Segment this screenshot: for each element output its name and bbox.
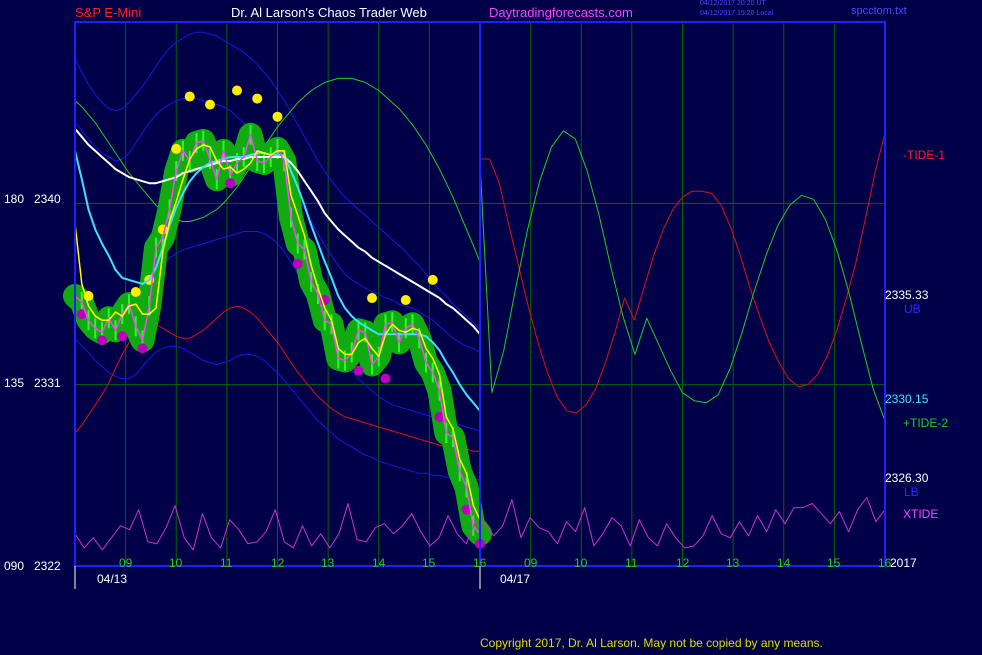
timestamp-local: 04/12/2017 15:20 Local [700, 10, 774, 17]
high-pivot-dot [184, 91, 195, 102]
chart-canvas [0, 0, 982, 650]
low-pivot-dot [380, 373, 391, 384]
x-tick-day2: 13 [726, 556, 740, 570]
x-tick-day1: 11 [220, 556, 233, 570]
high-pivot-dot [400, 295, 411, 306]
year-label: 2017 [890, 556, 917, 570]
date-label-first: 04/13 [97, 572, 128, 586]
x-tick-day1: 10 [169, 556, 183, 570]
mid-value-label: 2330.15 [885, 392, 929, 406]
high-pivot-dot [130, 286, 141, 297]
y-tick-left-mid: 135 [4, 376, 25, 390]
high-pivot-dot [272, 111, 283, 122]
x-tick-day2: 09 [524, 556, 538, 570]
low-pivot-dot [353, 365, 364, 376]
y-tick-value-top: 2340 [34, 192, 61, 206]
x-tick-day2: 12 [676, 556, 690, 570]
website-link[interactable]: Daytradingforecasts.com [489, 6, 633, 19]
copyright-notice: Copyright 2017, Dr. Al Larson. May not b… [480, 636, 823, 650]
high-pivot-dot [427, 274, 438, 285]
low-pivot-dot [292, 258, 303, 269]
chart-window: S&P E-Mini Dr. Al Larson's Chaos Trader … [0, 0, 982, 650]
low-pivot-dot [97, 335, 107, 346]
high-pivot-dot [252, 93, 263, 104]
timestamp-ut: 04/12/2017 20:20 UT [700, 0, 766, 7]
x-tick-day1: 16 [473, 556, 487, 570]
tide1-label: -TIDE-1 [903, 148, 945, 162]
y-tick-value-mid: 2331 [34, 376, 61, 390]
data-filename: spcctom.txt [851, 5, 907, 17]
x-tick-day1: 15 [422, 556, 436, 570]
low-pivot-dot [117, 331, 128, 342]
high-pivot-dot [171, 143, 182, 154]
y-tick-left-top: 180 [4, 192, 25, 206]
high-pivot-dot [367, 293, 377, 304]
x-tick-day1: 14 [372, 556, 386, 570]
y-tick-value-bottom: 2322 [34, 559, 61, 573]
x-tick-day2: 15 [827, 556, 841, 570]
page-title: Dr. Al Larson's Chaos Trader Web [231, 5, 427, 20]
x-tick-day2: 10 [574, 556, 588, 570]
tide2-label: +TIDE-2 [903, 416, 949, 430]
ub-label: UB [904, 302, 921, 316]
lb-label: LB [904, 485, 919, 499]
x-tick-day1: 12 [271, 556, 285, 570]
low-pivot-dot [225, 178, 236, 189]
ub-value-label: 2335.33 [885, 288, 929, 302]
x-tick-day2: 11 [625, 556, 638, 570]
high-pivot-dot [205, 99, 215, 110]
x-tick-day2: 14 [777, 556, 791, 570]
instrument-label: S&P E-Mini [75, 5, 142, 20]
xtide-label: XTIDE [903, 507, 939, 521]
low-pivot-dot [137, 343, 148, 354]
x-tick-day1: 09 [119, 556, 133, 570]
date-label-second: 04/17 [500, 572, 531, 586]
lb-value-label: 2326.30 [885, 471, 929, 485]
y-tick-left-bottom: 090 [4, 559, 25, 573]
high-pivot-dot [232, 85, 242, 96]
x-tick-day1: 13 [321, 556, 335, 570]
